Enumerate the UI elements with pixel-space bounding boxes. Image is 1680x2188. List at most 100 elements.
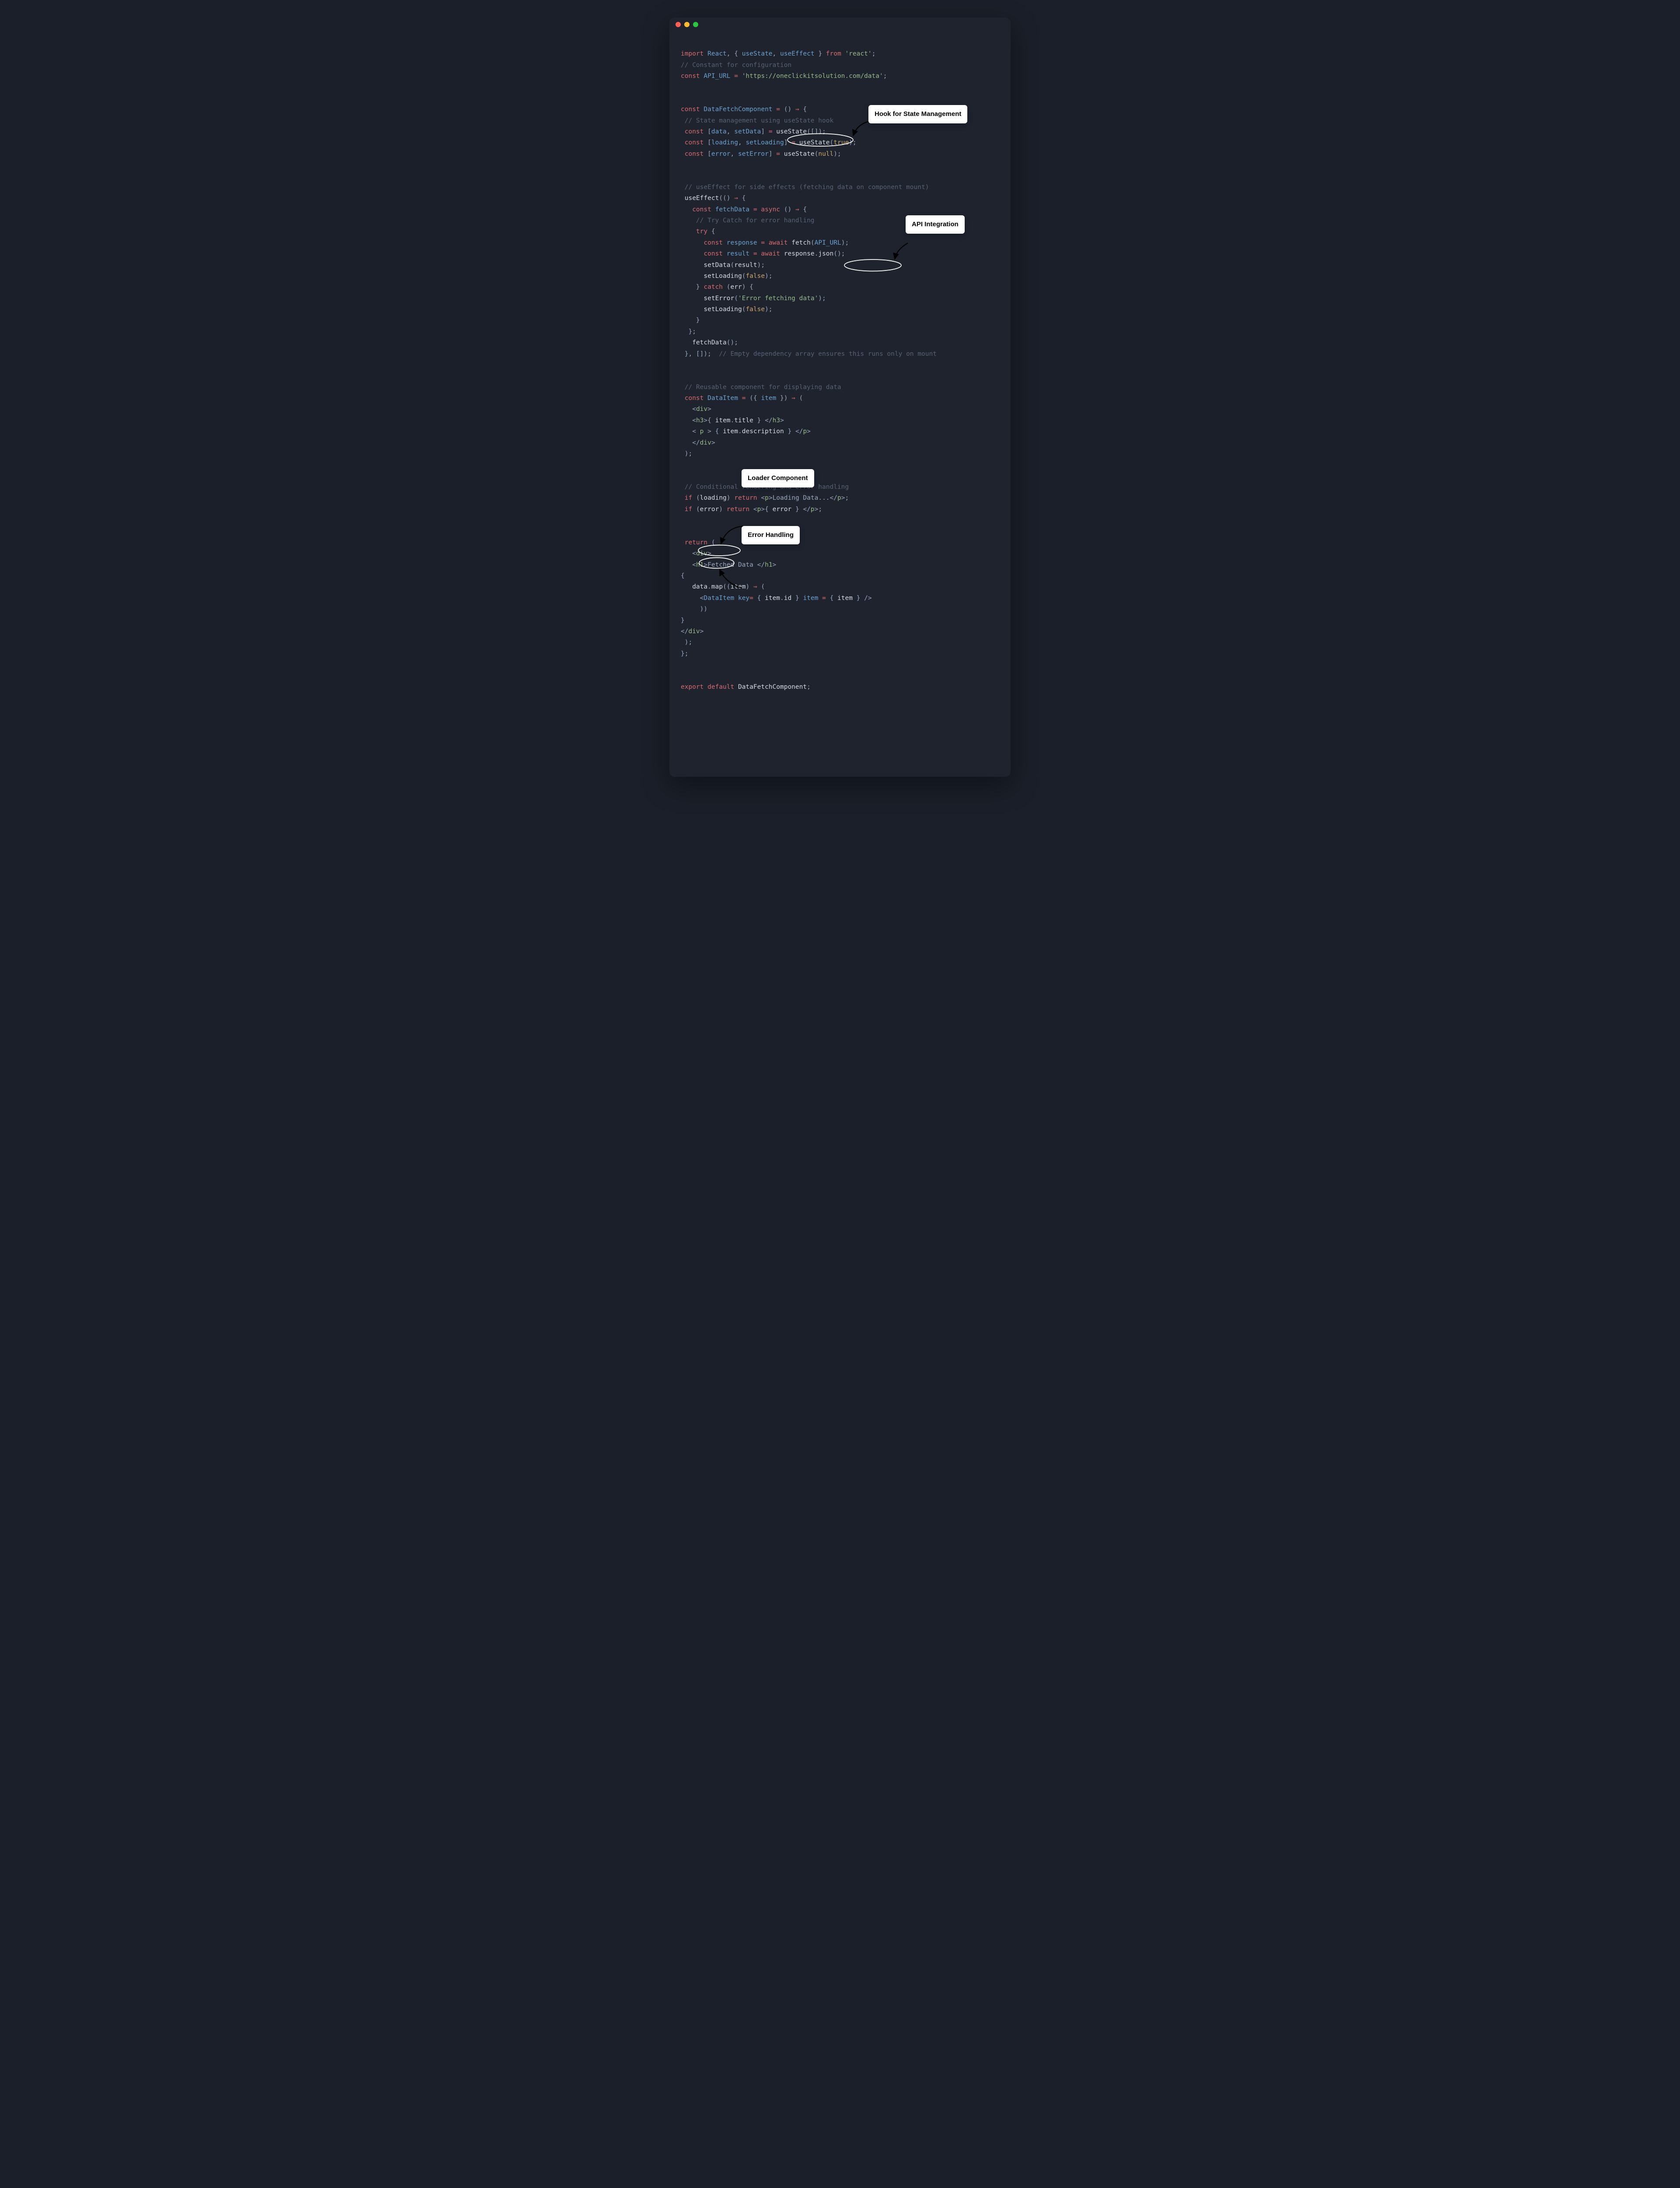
id-apiurl: API_URL [704,73,730,80]
fn-useEffect: useEffect [685,195,719,202]
annotation-error: Error Handling [742,526,800,544]
minimize-icon[interactable] [684,22,690,27]
fn-useState: useState [799,139,830,146]
tag-p: p [765,494,769,501]
tag-p: p [803,428,807,435]
str-errmsg: 'Error fetching data' [738,295,818,302]
tag-h3: h3 [696,417,704,424]
kw-const: const [692,206,711,213]
bool-true: true [833,139,849,146]
id-item: item [731,583,746,590]
kw-return: return [685,539,707,546]
id-id: id [784,595,791,602]
str-react: 'react' [845,50,872,57]
close-icon[interactable] [676,22,681,27]
id-component-export: DataFetchComponent [738,684,807,691]
fn-setLoading: setLoading [704,273,742,280]
id-description: description [742,428,784,435]
kw-try: try [696,228,707,235]
id-loading: loading [711,139,738,146]
id-loading: loading [700,494,727,501]
kw-await: await [769,239,788,246]
code-block: import React, { useState, useEffect } fr… [669,32,1011,777]
kw-export: export [681,684,704,691]
id-setLoading: setLoading [746,139,784,146]
id-response: response [727,239,757,246]
bool-false: false [746,273,765,280]
fn-setLoading: setLoading [704,306,742,313]
id-useState: useState [742,50,773,57]
bool-null: null [818,151,833,158]
kw-const: const [704,250,723,257]
kw-const: const [704,239,723,246]
id-title: title [734,417,753,424]
tag-div: div [700,439,711,446]
comment-dep: // Empty dependency array ensures this r… [719,351,937,358]
tag-h1: h1 [765,561,772,568]
kw-return: return [734,494,757,501]
kw-const: const [685,139,704,146]
tag-h1: h1 [696,561,704,568]
bool-false: false [746,306,765,313]
fn-setData: setData [704,262,730,269]
id-component: DataFetchComponent [704,106,772,113]
kw-async: async [761,206,780,213]
attr-key: key [738,595,749,602]
text-loading: Loading Data... [773,494,830,501]
tag-DataItem: DataItem [704,595,734,602]
id-result: result [734,262,757,269]
id-item: item [761,395,776,402]
comment-reusable: // Reusable component for displaying dat… [681,384,841,391]
maximize-icon[interactable] [693,22,698,27]
id-data: data [711,128,727,135]
id-result: result [727,250,749,257]
id-setData: setData [734,128,761,135]
comment-trycatch: // Try Catch for error handling [681,217,815,224]
tag-div: div [688,628,700,635]
fn-useState: useState [776,128,807,135]
id-item: item [723,428,738,435]
tag-div: div [696,406,707,413]
kw-if: if [685,494,692,501]
fn-useState: useState [784,151,815,158]
kw-from: from [826,50,841,57]
fn-setError: setError [704,295,734,302]
id-item: item [765,595,780,602]
comment-state: // State management using useState hook [681,117,833,124]
kw-import: import [681,50,704,57]
kw-if: if [685,506,692,513]
id-err: err [731,284,742,291]
code-window: import React, { useState, useEffect } fr… [669,18,1011,777]
text-fetched: Fetched Data [707,561,757,568]
comment-config: // Constant for configuration [681,62,791,69]
window-titlebar [669,18,1011,32]
fn-fetch: fetch [791,239,811,246]
id-error: error [773,506,792,513]
id-fetchData: fetchData [715,206,750,213]
tag-p: p [811,506,815,513]
id-react: React [707,50,727,57]
kw-return: return [727,506,749,513]
id-error: error [700,506,719,513]
id-item: item [715,417,731,424]
str-apiurl: 'https://oneclickitsolution.com/data' [742,73,883,80]
kw-const: const [685,128,704,135]
kw-const: const [685,151,704,158]
id-item: item [837,595,853,602]
annotation-api: API Integration [906,215,965,234]
id-apiurl-use: API_URL [815,239,841,246]
comment-effect: // useEffect for side effects (fetching … [681,184,929,191]
id-DataItem: DataItem [707,395,738,402]
attr-item: item [803,595,818,602]
id-useEffect: useEffect [780,50,815,57]
tag-div: div [696,550,707,557]
id-response: response [784,250,815,257]
kw-await: await [761,250,780,257]
kw-const: const [681,73,700,80]
id-data: data [692,583,707,590]
kw-const: const [685,395,704,402]
fn-json: json [818,250,833,257]
id-setError: setError [738,151,769,158]
fn-fetchData-call: fetchData [692,339,727,346]
annotation-loader: Loader Component [742,469,814,487]
